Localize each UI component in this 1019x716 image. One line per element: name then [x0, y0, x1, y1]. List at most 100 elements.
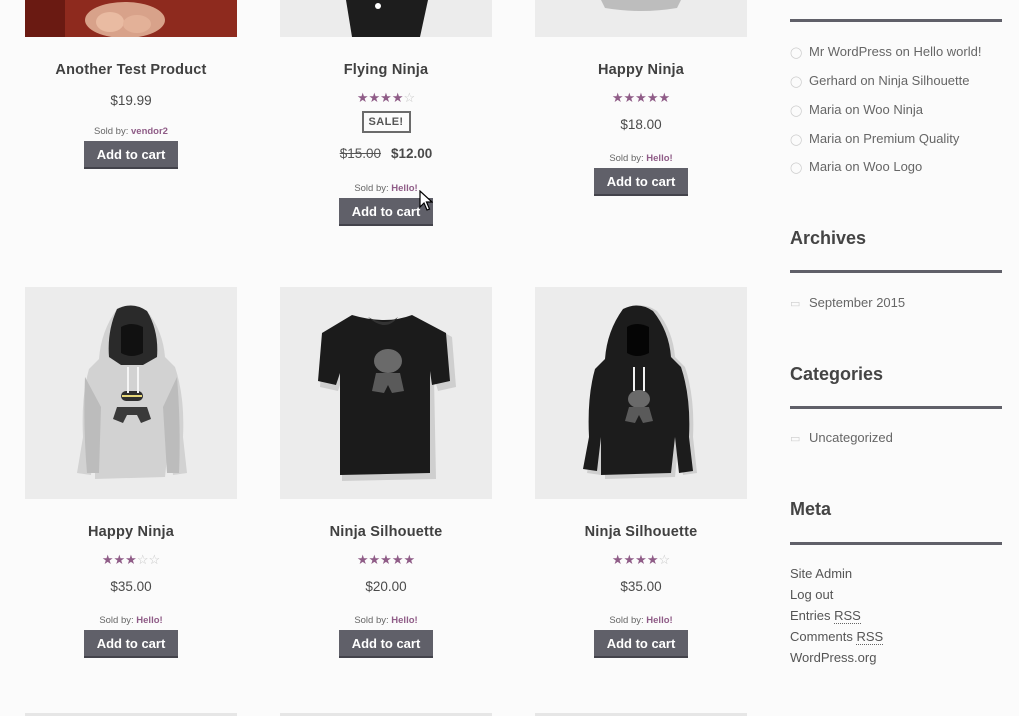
product-image[interactable]: [25, 287, 237, 499]
product-title[interactable]: Ninja Silhouette: [280, 524, 492, 540]
vendor-link[interactable]: Hello!: [646, 153, 672, 164]
product-card: Ninja Silhouette ★★★★★ $20.00 Sold by: H…: [280, 287, 492, 658]
product-card: Happy Ninja ★★★★★ $18.00 Sold by: Hello!…: [535, 0, 747, 196]
rss-abbr: RSS: [856, 629, 884, 645]
star-rating: ★★★☆☆: [101, 552, 161, 567]
product-card: Another Test Product $19.99 Sold by: ven…: [25, 0, 237, 169]
add-to-cart-button[interactable]: Add to cart: [83, 141, 179, 169]
sold-by-label: Sold by:: [94, 126, 129, 137]
comment-on-label: on: [845, 102, 860, 117]
mouse-pointer-icon: [419, 190, 433, 211]
archive-link[interactable]: September 2015: [809, 295, 905, 310]
sold-by: Sold by: Hello!: [25, 615, 237, 626]
comment-post-link[interactable]: Woo Logo: [863, 159, 922, 174]
recent-comment-item: ◯ Maria on Premium Quality: [790, 131, 959, 146]
vendor-link[interactable]: Hello!: [646, 615, 672, 626]
product-image[interactable]: [280, 0, 492, 37]
comment-bubble-icon: ◯: [790, 76, 803, 88]
product-card: Flying Ninja ★★★★☆ SALE! $15.00 $12.00 So…: [280, 0, 492, 226]
log-out-link[interactable]: Log out: [790, 587, 833, 602]
comment-post-link[interactable]: Premium Quality: [863, 131, 959, 146]
star-rating: ★★★★☆: [611, 552, 671, 567]
sold-by: Sold by: Hello!: [280, 615, 492, 626]
sold-by-label: Sold by:: [609, 153, 644, 164]
product-image[interactable]: [535, 0, 747, 37]
product-price: $15.00 $12.00: [280, 146, 492, 161]
product-image[interactable]: [535, 287, 747, 499]
product-price: $19.99: [110, 93, 152, 108]
product-title[interactable]: Ninja Silhouette: [535, 524, 747, 540]
product-image[interactable]: [25, 0, 237, 37]
comment-on-label: on: [860, 73, 875, 88]
add-to-cart-button[interactable]: Add to cart: [338, 630, 434, 658]
comment-author-link[interactable]: Maria: [809, 131, 842, 146]
comment-post-link[interactable]: Woo Ninja: [863, 102, 923, 117]
vendor-link[interactable]: Hello!: [136, 615, 162, 626]
comments-label: Comments: [790, 629, 853, 644]
comment-bubble-icon: ◯: [790, 47, 803, 59]
sold-by: Sold by: Hello!: [535, 153, 747, 164]
recent-comment-item: ◯ Gerhard on Ninja Silhouette: [790, 73, 969, 88]
sold-by: Sold by: Hello!: [280, 183, 492, 194]
product-price: $20.00: [365, 579, 407, 594]
add-to-cart-button[interactable]: Add to cart: [593, 630, 689, 658]
star-rating: ★★★★★: [611, 90, 671, 105]
folder-icon: ▭: [790, 298, 801, 310]
sold-by: Sold by: vendor2: [25, 126, 237, 137]
product-card: Ninja Silhouette ★★★★☆ $35.00 Sold by: H…: [535, 287, 747, 658]
comment-on-label: on: [845, 131, 860, 146]
recent-comment-item: ◯ Mr WordPress on Hello world!: [790, 44, 981, 59]
site-admin-link[interactable]: Site Admin: [790, 566, 852, 581]
sale-badge: SALE!: [361, 111, 411, 133]
product-title[interactable]: Another Test Product: [25, 62, 237, 78]
comment-on-label: on: [845, 159, 860, 174]
entries-rss-link[interactable]: Entries RSS: [790, 608, 861, 624]
comment-bubble-icon: ◯: [790, 105, 803, 117]
widget-divider: [790, 542, 1002, 545]
sold-by-label: Sold by:: [609, 615, 644, 626]
comment-on-label: on: [895, 44, 910, 59]
recent-comment-item: ◯ Maria on Woo Logo: [790, 159, 922, 174]
sale-price: $12.00: [391, 146, 433, 161]
comments-rss-link[interactable]: Comments RSS: [790, 629, 884, 645]
comment-post-link[interactable]: Hello world!: [914, 44, 982, 59]
entries-label: Entries: [790, 608, 831, 623]
widget-divider: [790, 270, 1002, 273]
wordpress-org-link[interactable]: WordPress.org: [790, 650, 876, 665]
star-rating: ★★★★★: [356, 552, 416, 567]
categories-heading: Categories: [790, 364, 884, 384]
widget-divider: [790, 406, 1002, 409]
archives-heading: Archives: [790, 228, 867, 248]
comment-author-link[interactable]: Maria: [809, 102, 842, 117]
comment-author-link[interactable]: Gerhard: [809, 73, 857, 88]
product-card: Happy Ninja ★★★☆☆ $35.00 Sold by: Hello!…: [25, 287, 237, 658]
comment-post-link[interactable]: Ninja Silhouette: [878, 73, 969, 88]
sold-by-label: Sold by:: [99, 615, 134, 626]
product-price: $18.00: [620, 117, 662, 132]
product-title[interactable]: Flying Ninja: [280, 62, 492, 78]
add-to-cart-button[interactable]: Add to cart: [83, 630, 179, 658]
comment-author-link[interactable]: Mr WordPress: [809, 44, 892, 59]
comment-bubble-icon: ◯: [790, 162, 803, 174]
add-to-cart-button[interactable]: Add to cart: [593, 168, 689, 196]
product-image[interactable]: [280, 287, 492, 499]
comment-author-link[interactable]: Maria: [809, 159, 842, 174]
recent-comment-item: ◯ Maria on Woo Ninja: [790, 102, 923, 117]
vendor-link[interactable]: Hello!: [391, 615, 417, 626]
vendor-link[interactable]: vendor2: [131, 126, 168, 137]
product-price: $35.00: [620, 579, 662, 594]
product-title[interactable]: Happy Ninja: [25, 524, 237, 540]
archive-item: ▭ September 2015: [790, 295, 905, 310]
product-price: $35.00: [110, 579, 152, 594]
product-title[interactable]: Happy Ninja: [535, 62, 747, 78]
old-price: $15.00: [339, 146, 381, 161]
meta-heading: Meta: [790, 499, 832, 519]
sold-by-label: Sold by:: [354, 183, 389, 194]
sold-by: Sold by: Hello!: [535, 615, 747, 626]
folder-icon: ▭: [790, 433, 801, 445]
comment-bubble-icon: ◯: [790, 134, 803, 146]
rss-abbr: RSS: [834, 608, 861, 624]
widget-divider: [790, 19, 1002, 22]
vendor-link[interactable]: Hello!: [391, 183, 417, 194]
category-link[interactable]: Uncategorized: [809, 430, 893, 445]
